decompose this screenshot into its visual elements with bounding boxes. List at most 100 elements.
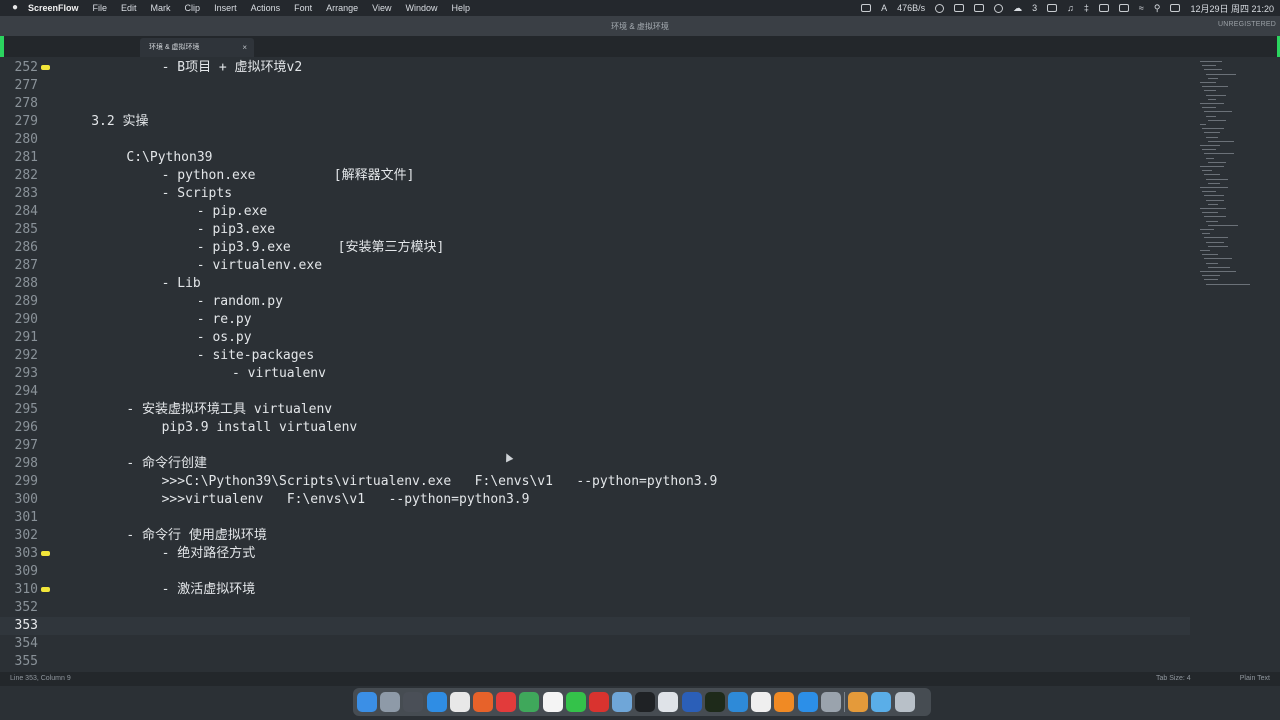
editor-line[interactable]: 290 - re.py [0,311,1190,329]
volume-icon[interactable]: ♫ [1067,3,1074,13]
apple-icon[interactable]: ● [12,3,22,13]
editor-line[interactable]: 297 [0,437,1190,455]
editor-line[interactable]: 298 - 命令行创建 [0,455,1190,473]
font-icon[interactable]: A [881,3,887,13]
preview-icon[interactable] [612,692,633,712]
editor-line[interactable]: 296 pip3.9 install virtualenv [0,419,1190,437]
editor-line[interactable]: 282 - python.exe [解释器文件] [0,167,1190,185]
vscode-icon[interactable] [728,692,748,712]
wechat-icon[interactable] [565,692,586,712]
menu-arrange[interactable]: Arrange [326,3,358,13]
editor-line[interactable]: 277 [0,77,1190,95]
clipboard-icon[interactable] [954,4,965,12]
downloads-folder-icon[interactable] [871,692,892,712]
archive-icon[interactable] [848,692,869,712]
active-line[interactable]: 353 [0,617,1190,635]
editor-line[interactable]: 295 - 安装虚拟环境工具 virtualenv [0,401,1190,419]
editor-line[interactable]: 309 [0,563,1190,581]
grid-icon[interactable] [974,4,985,12]
app-red-icon[interactable] [496,692,517,712]
editor-line[interactable]: 299 >>>C:\Python39\Scripts\virtualenv.exe… [0,473,1190,491]
pycharm-icon[interactable] [704,692,725,712]
editor-line[interactable]: 284 - pip.exe [0,203,1190,221]
editor-line[interactable]: 355 [0,653,1190,671]
editor-line[interactable]: 289 - random.py [0,293,1190,311]
editor-line[interactable]: 279 3.2 实操 [0,113,1190,131]
editor-line[interactable]: 302 - 命令行 使用虚拟环境 [0,527,1190,545]
keyboard-icon[interactable] [1047,4,1058,12]
face-icon[interactable] [935,3,945,13]
editor-line[interactable]: 288 - Lib [0,275,1190,293]
tab-document[interactable]: 环境 & 虚拟环境 × [140,38,254,57]
qq-icon[interactable] [797,692,818,712]
line-number: 298 [14,456,38,471]
bluetooth-icon[interactable]: ‡ [1084,3,1089,13]
editor-line[interactable]: 252 - B项目 + 虚拟环境v2 [0,59,1190,77]
chrome-2-icon[interactable] [519,692,540,712]
menu-font[interactable]: Font [294,3,312,13]
menu-app-name[interactable]: ScreenFlow [28,3,79,13]
menu-window[interactable]: Window [406,3,438,13]
menu-clip[interactable]: Clip [185,3,201,13]
firefox-icon[interactable] [472,692,493,712]
input-method-icon[interactable] [1098,4,1109,12]
word-icon[interactable] [681,692,702,712]
editor-line[interactable]: 278 [0,95,1190,113]
editor-line[interactable]: 281 C:\Python39 [0,149,1190,167]
screen-record-icon[interactable] [861,4,872,12]
editor-line[interactable]: 354 [0,635,1190,653]
finder-icon[interactable] [357,692,377,712]
editor-line[interactable]: 283 - Scripts [0,185,1190,203]
trash-icon[interactable] [894,692,915,712]
control-center-icon[interactable] [1170,4,1181,12]
safari-icon[interactable] [426,692,447,712]
line-number: 286 [14,240,38,255]
menu-help[interactable]: Help [452,3,471,13]
menu-bar: ● ScreenFlow File Edit Mark Clip Insert … [0,0,1280,16]
editor-line[interactable]: 352 [0,599,1190,617]
minimap-stroke [1204,69,1222,71]
system-preferences-icon[interactable] [820,692,841,712]
editor-line[interactable]: 287 - virtualenv.exe [0,257,1190,275]
terminal-icon[interactable] [635,692,656,712]
text-edit-icon[interactable] [658,692,679,712]
editor-line[interactable]: 292 - site-packages [0,347,1190,365]
fold-marker-icon[interactable] [41,587,50,592]
editor-line[interactable]: 293 - virtualenv [0,365,1190,383]
editor-line[interactable]: 291 - os.py [0,329,1190,347]
chrome-icon[interactable] [449,692,470,712]
fold-marker-icon[interactable] [41,65,50,70]
battery-icon[interactable] [1118,4,1129,12]
menu-insert[interactable]: Insert [214,3,237,13]
close-icon[interactable]: × [242,38,247,57]
sublime-icon[interactable] [774,692,795,712]
netease-music-icon[interactable] [588,692,609,712]
editor-pane[interactable]: 252 - B项目 + 虚拟环境v2 277 278 279 3.2 实操 280 281 C:… [0,57,1280,672]
tab-size-selector[interactable]: Tab Size: 4 [1156,675,1191,682]
menu-file[interactable]: File [93,3,108,13]
editor-line[interactable]: 301 [0,509,1190,527]
editor-line[interactable]: 310 - 激活虚拟环境 [0,581,1190,599]
editor-line[interactable]: 280 [0,131,1190,149]
fold-marker-icon[interactable] [41,551,50,556]
typora-icon[interactable] [751,692,772,712]
wifi-icon[interactable]: ≈ [1139,3,1144,13]
clock[interactable]: 12月29日 周四 21:20 [1190,2,1274,15]
editor-line[interactable]: 303 - 绝对路径方式 [0,545,1190,563]
editor-line[interactable]: 294 [0,383,1190,401]
menu-view[interactable]: View [372,3,391,13]
menu-edit[interactable]: Edit [121,3,137,13]
focus-icon[interactable] [994,3,1004,13]
wechat-status-icon[interactable]: ☁ [1013,3,1022,14]
search-icon[interactable]: ⚲ [1154,3,1161,14]
menu-mark[interactable]: Mark [151,3,171,13]
menu-actions[interactable]: Actions [251,3,281,13]
minimap[interactable] [1196,57,1256,297]
calendar-icon[interactable] [542,692,563,712]
syntax-selector[interactable]: Plain Text [1240,675,1270,682]
editor-line[interactable]: 285 - pip3.exe [0,221,1190,239]
editor-line[interactable]: 300 >>>virtualenv F:\envs\v1 --python=pyt… [0,491,1190,509]
launchpad-icon[interactable] [380,692,401,712]
mission-control-icon[interactable] [403,692,424,712]
editor-line[interactable]: 286 - pip3.9.exe [安装第三方模块] [0,239,1190,257]
